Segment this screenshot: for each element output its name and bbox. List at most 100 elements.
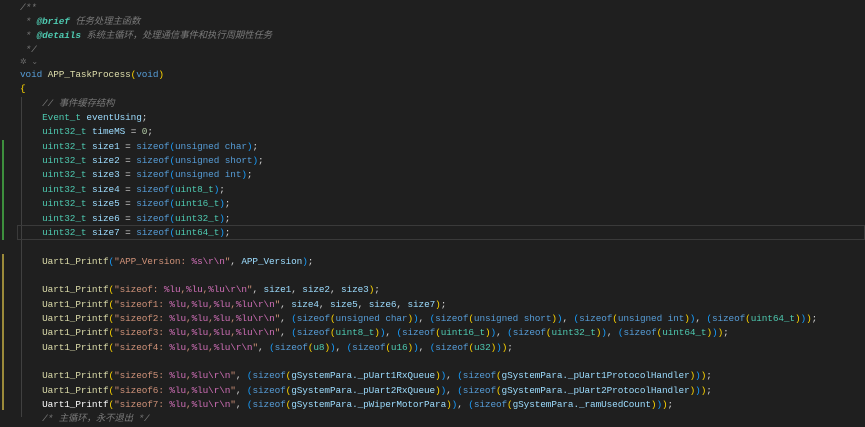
code-token: , (280, 312, 292, 324)
code-token: sizeof (136, 140, 170, 152)
code-line[interactable]: Event_t eventUsing; (20, 111, 147, 125)
code-token: sizeof (711, 312, 746, 324)
code-line[interactable]: { (20, 82, 26, 96)
code-token: timeMS (91, 126, 126, 138)
code-token: Uart1_Printf (42, 341, 109, 353)
code-token: unsigned int (174, 169, 242, 181)
code-token: unsigned char (335, 312, 408, 324)
code-token: , (385, 327, 397, 339)
code-token: uint32_t (42, 212, 87, 224)
gutter-modified-marker (2, 254, 4, 410)
code-token: sizeof (136, 198, 170, 210)
code-token: * (20, 30, 37, 41)
code-token: , (280, 298, 292, 310)
code-line[interactable]: Uart1_Printf("sizeof: %lu,%lu,%lu\r\n", … (20, 283, 380, 297)
code-line[interactable]: uint32_t size3 = sizeof(unsigned int); (20, 168, 252, 182)
code-line[interactable]: Uart1_Printf("APP_Version: %s\r\n", APP_… (20, 255, 313, 269)
code-token: sizeof (473, 399, 508, 411)
code-line[interactable]: Uart1_Printf("sizeof5: %lu,%lu\r\n", (si… (20, 369, 712, 383)
code-line[interactable]: uint32_t size2 = sizeof(unsigned short); (20, 154, 263, 168)
code-token: sizeof (136, 155, 170, 167)
code-line[interactable]: uint32_t size7 = sizeof(uint64_t); (20, 226, 230, 240)
code-token: APP_Version (241, 255, 303, 267)
code-token: sizeof (435, 341, 469, 353)
code-token: Uart1_Printf (42, 284, 109, 296)
code-token: ; (723, 327, 729, 339)
code-token: = (119, 212, 137, 224)
code-token: ; (374, 284, 380, 296)
code-line[interactable]: uint32_t size5 = sizeof(uint16_t); (20, 197, 230, 211)
code-token: ✲ ⌄ (20, 58, 38, 67)
code-token: uint16_t (440, 327, 485, 339)
code-token: size6 (91, 212, 120, 224)
code-token: , (230, 255, 242, 267)
code-line[interactable]: * @details 系统主循环，处理通信事件和执行周期性任务 (20, 29, 273, 43)
code-line[interactable]: Uart1_Printf("sizeof2: %lu,%lu,%lu,%lu\r… (20, 312, 817, 326)
code-token: ; (252, 140, 258, 152)
code-token: { (20, 83, 26, 95)
code-line[interactable]: void APP_TaskProcess(void) (20, 68, 164, 82)
code-token: %lu (169, 298, 187, 310)
code-token: uint16_t (174, 198, 220, 210)
code-token: size5 (329, 298, 358, 310)
code-token: gSystemPara._ramUsedCount (512, 399, 651, 411)
code-token: %lu (169, 327, 187, 339)
code-token: sizeof (136, 183, 170, 195)
code-token: sizeof (296, 327, 330, 339)
code-token: sizeof (623, 327, 657, 339)
code-token: , (606, 327, 618, 339)
code-token: void (20, 69, 43, 80)
code-token: , (318, 298, 330, 310)
code-token: unsigned short (174, 155, 253, 167)
code-token: "APP_Version: (114, 255, 192, 267)
code-token: , (496, 327, 508, 339)
code-token: , (235, 399, 247, 411)
code-token: %lu (213, 298, 231, 310)
code-token: %lu (169, 399, 187, 411)
code-token: uint64_t (662, 327, 707, 339)
code-token: %lu (191, 298, 209, 310)
code-line[interactable]: Uart1_Printf("sizeof1: %lu,%lu,%lu,%lu\r… (20, 298, 446, 312)
code-token: size7 (407, 298, 436, 310)
code-token: , (235, 370, 247, 382)
code-line[interactable]: uint32_t size4 = sizeof(uint8_t); (20, 183, 225, 197)
code-line[interactable]: Uart1_Printf("sizeof6: %lu,%lu\r\n", (si… (20, 384, 712, 398)
code-token: = (119, 226, 137, 238)
code-line[interactable]: uint32_t timeMS = 0; (20, 125, 153, 139)
code-token: "sizeof4: (114, 341, 170, 353)
code-token: sizeof (435, 312, 469, 324)
code-token: sizeof (352, 341, 386, 353)
code-token: ) (158, 69, 164, 80)
code-line[interactable]: Uart1_Printf("sizeof3: %lu,%lu,%lu,%lu\r… (20, 326, 729, 340)
code-token: "sizeof: (114, 284, 164, 296)
code-token: %lu (191, 327, 209, 339)
code-token: size7 (91, 226, 120, 238)
code-line[interactable]: uint32_t size6 = sizeof(uint32_t); (20, 212, 230, 226)
code-token: , (235, 384, 247, 396)
code-editor[interactable]: /** * @brief 任务处理主函数 * @details 系统主循环，处理… (0, 0, 865, 424)
code-token: ; (219, 183, 225, 195)
code-token: = (119, 169, 137, 181)
code-token: %lu (169, 370, 187, 382)
code-line[interactable]: uint32_t size1 = sizeof(unsigned char); (20, 140, 258, 154)
code-token: %lu\r\n (191, 370, 231, 382)
code-line[interactable]: // 事件缓存结构 (20, 97, 114, 111)
code-line[interactable]: /** (20, 1, 37, 15)
code-token: %lu (169, 384, 187, 396)
code-token: uint32_t (551, 327, 596, 339)
code-token: %lu\r\n (208, 284, 247, 296)
code-token: sizeof (579, 312, 613, 324)
code-line[interactable]: Uart1_Printf("sizeof7: %lu,%lu\r\n", (si… (20, 398, 673, 412)
code-token: sizeof (462, 370, 496, 382)
code-line[interactable]: Uart1_Printf("sizeof4: %lu,%lu,%lu\r\n",… (20, 341, 513, 355)
code-line[interactable]: /* 主循环，永不退出 */ (20, 412, 150, 426)
code-line[interactable]: * @brief 任务处理主函数 (20, 15, 141, 29)
code-token: u32 (474, 341, 491, 353)
code-token: size4 (291, 298, 319, 310)
